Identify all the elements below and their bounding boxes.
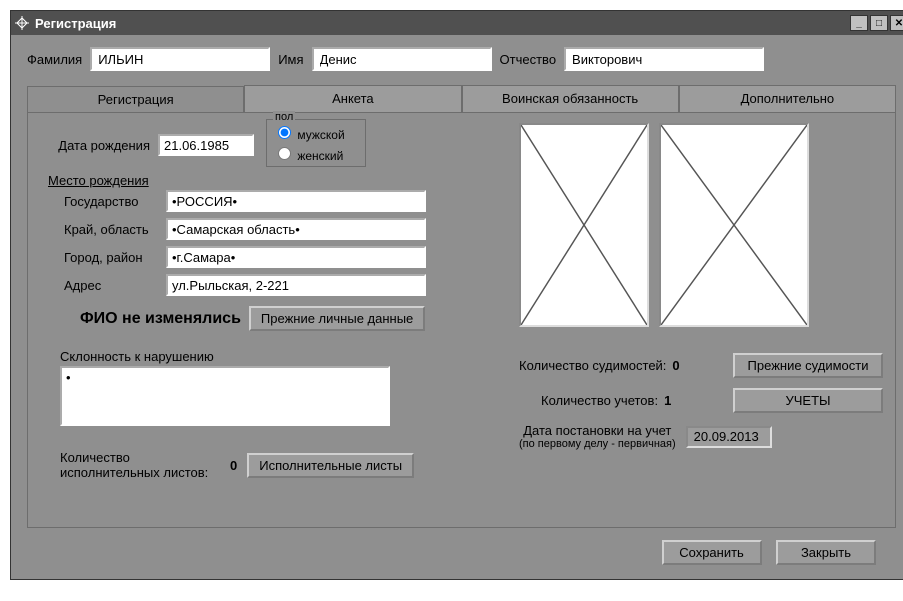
app-icon [15, 16, 29, 30]
tab-registration[interactable]: Регистрация [27, 86, 244, 113]
country-label: Государство [40, 194, 166, 209]
maximize-button[interactable]: □ [870, 15, 888, 31]
client-area: Фамилия Имя Отчество Регистрация Анкета … [11, 35, 903, 579]
convictions-count-label: Количество судимостей: [519, 358, 666, 373]
patronymic-field[interactable] [564, 47, 764, 71]
patronymic-label: Отчество [500, 52, 557, 67]
photo-placeholder-1[interactable] [519, 123, 649, 327]
titlebar: Регистрация _ □ ✕ [11, 11, 903, 35]
exec-sheets-button[interactable]: Исполнительные листы [247, 453, 414, 478]
dialog-buttons: Сохранить Закрыть [27, 528, 896, 569]
photo-row [519, 123, 883, 327]
window-title: Регистрация [35, 16, 848, 31]
city-label: Город, район [40, 250, 166, 265]
records-count-label: Количество учетов: [541, 393, 658, 408]
violation-tendency-label: Склонность к нарушению [60, 349, 480, 364]
gender-male-radio[interactable] [278, 126, 291, 139]
tab-military[interactable]: Воинская обязанность [462, 85, 679, 112]
exec-sheets-count-value: 0 [230, 458, 237, 473]
convictions-count-value: 0 [672, 358, 679, 373]
left-column: Дата рождения пол мужской женский Место … [40, 123, 480, 480]
gender-legend: пол [273, 111, 295, 123]
dob-field[interactable] [158, 134, 254, 156]
records-count-value: 1 [664, 393, 671, 408]
region-label: Край, область [40, 222, 166, 237]
tab-additional[interactable]: Дополнительно [679, 85, 896, 112]
reg-date-sublabel: (по первому делу - первичная) [519, 438, 676, 450]
reg-date-label: Дата постановки на учет [519, 423, 676, 438]
country-field[interactable] [166, 190, 426, 212]
registration-window: Регистрация _ □ ✕ Фамилия Имя Отчество Р… [10, 10, 903, 580]
records-button[interactable]: УЧЕТЫ [733, 388, 883, 413]
city-field[interactable] [166, 246, 426, 268]
firstname-label: Имя [278, 52, 303, 67]
tab-form[interactable]: Анкета [244, 85, 461, 112]
name-row: Фамилия Имя Отчество [27, 47, 896, 71]
birthplace-heading: Место рождения [48, 173, 480, 188]
gender-group: пол мужской женский [266, 119, 366, 167]
exec-sheets-count-label: Количество [60, 450, 220, 465]
lastname-field[interactable] [90, 47, 270, 71]
dob-label: Дата рождения [40, 138, 158, 153]
photo-placeholder-2[interactable] [659, 123, 809, 327]
right-column: Количество судимостей: 0 Прежние судимос… [519, 123, 883, 450]
tab-strip: Регистрация Анкета Воинская обязанность … [27, 85, 896, 112]
minimize-button[interactable]: _ [850, 15, 868, 31]
tab-body: Дата рождения пол мужской женский Место … [27, 112, 896, 528]
lastname-label: Фамилия [27, 52, 82, 67]
save-button[interactable]: Сохранить [662, 540, 762, 565]
gender-female-option[interactable]: женский [273, 143, 359, 164]
violation-tendency-field[interactable] [60, 366, 390, 426]
prev-personal-data-button[interactable]: Прежние личные данные [249, 306, 425, 331]
dob-row: Дата рождения пол мужской женский [40, 123, 480, 167]
address-label: Адрес [40, 278, 166, 293]
region-field[interactable] [166, 218, 426, 240]
gender-female-radio[interactable] [278, 147, 291, 160]
gender-male-option[interactable]: мужской [273, 122, 359, 143]
close-button[interactable]: Закрыть [776, 540, 876, 565]
prev-convictions-button[interactable]: Прежние судимости [733, 353, 883, 378]
reg-date-value: 20.09.2013 [686, 426, 772, 448]
firstname-field[interactable] [312, 47, 492, 71]
close-window-button[interactable]: ✕ [890, 15, 903, 31]
address-field[interactable] [166, 274, 426, 296]
fio-unchanged-label: ФИО не изменялись [80, 310, 241, 328]
